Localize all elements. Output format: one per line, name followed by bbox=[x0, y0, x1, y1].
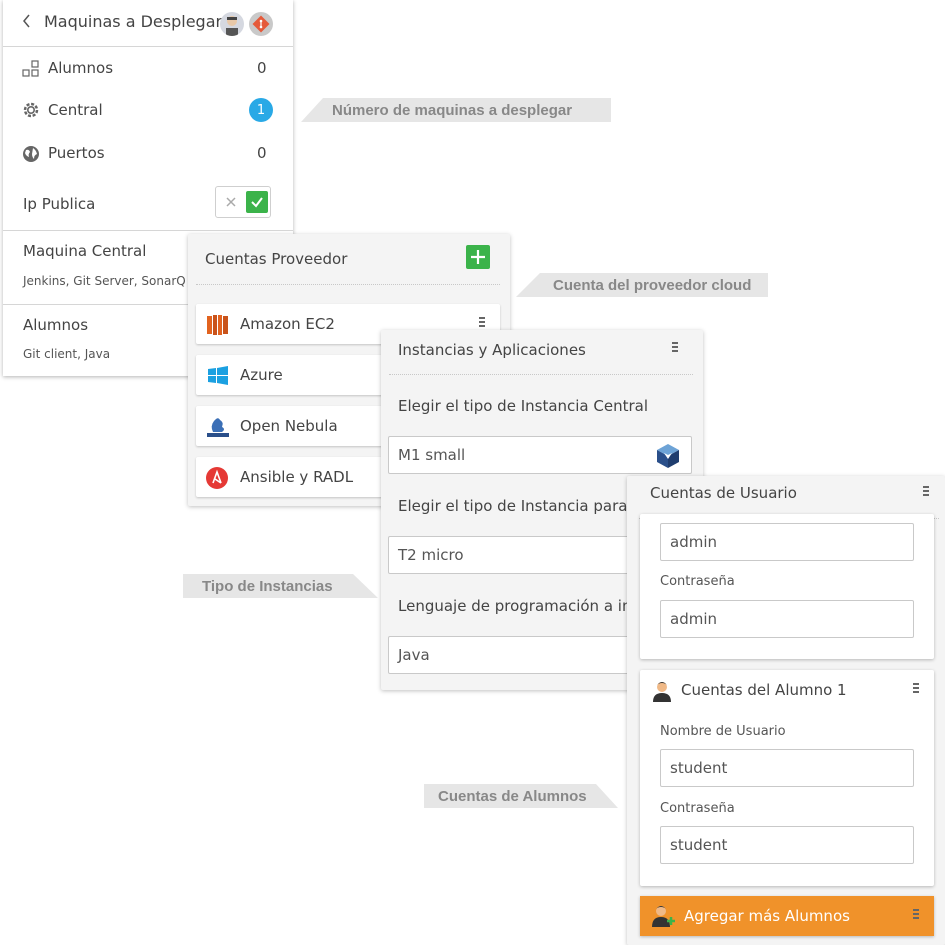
blocks-icon bbox=[22, 60, 40, 78]
accounts-title: Cuentas de Usuario bbox=[650, 484, 797, 502]
admin-username-value: admin bbox=[670, 533, 717, 551]
callout-instances: Tipo de Instancias bbox=[183, 574, 378, 598]
git-icon bbox=[249, 12, 273, 36]
admin-account-card: admin Contraseña admin bbox=[640, 514, 934, 659]
ip-publica-toggle[interactable] bbox=[215, 186, 271, 218]
panel-title: Maquinas a Desplegar bbox=[44, 12, 223, 31]
central-section-subtitle: Jenkins, Git Server, SonarQ bbox=[23, 274, 186, 288]
alumnos-instance-value: T2 micro bbox=[398, 546, 464, 564]
badge-value: 1 bbox=[256, 102, 266, 118]
virtualbox-icon bbox=[655, 442, 681, 470]
row-count: 0 bbox=[257, 59, 267, 77]
ip-publica-label: Ip Publica bbox=[23, 195, 96, 213]
student-password-label: Contraseña bbox=[660, 801, 735, 816]
callout-students: Cuentas de Alumnos bbox=[424, 784, 618, 808]
callout-text: Número de maquinas a desplegar bbox=[332, 101, 573, 119]
admin-username-field[interactable]: admin bbox=[660, 523, 914, 561]
ansible-icon bbox=[206, 467, 228, 489]
student-password-field[interactable]: student bbox=[660, 826, 914, 864]
provider-label: Ansible y RADL bbox=[240, 468, 354, 486]
user-avatar-icon bbox=[650, 679, 674, 703]
add-students-button[interactable]: Agregar más Alumnos bbox=[640, 896, 934, 936]
row-label: Puertos bbox=[48, 144, 105, 162]
menu-dots-icon[interactable] bbox=[913, 909, 919, 919]
student-username-field[interactable]: student bbox=[660, 749, 914, 787]
callout-text: Cuentas de Alumnos bbox=[438, 787, 587, 805]
instances-title: Instancias y Aplicaciones bbox=[398, 341, 586, 359]
row-central[interactable]: Central 1 bbox=[3, 92, 293, 130]
admin-password-label: Contraseña bbox=[660, 574, 735, 589]
language-value: Java bbox=[398, 646, 430, 664]
callout-machines: Número de maquinas a desplegar bbox=[301, 98, 611, 122]
alumnos-section-subtitle: Git client, Java bbox=[23, 347, 111, 361]
central-section-title: Maquina Central bbox=[23, 242, 147, 260]
alumnos-section-title: Alumnos bbox=[23, 316, 89, 334]
gear-icon bbox=[22, 101, 40, 119]
menu-dots-icon[interactable] bbox=[479, 317, 485, 327]
language-label: Lenguaje de programación a imp bbox=[398, 597, 647, 615]
close-icon[interactable] bbox=[222, 193, 240, 211]
count-badge: 1 bbox=[249, 98, 273, 122]
admin-password-field[interactable]: admin bbox=[660, 600, 914, 638]
row-label: Central bbox=[48, 101, 103, 119]
row-label: Alumnos bbox=[48, 59, 114, 77]
callout-text: Tipo de Instancias bbox=[202, 577, 333, 595]
back-chevron-icon[interactable] bbox=[21, 10, 33, 32]
row-count: 0 bbox=[257, 144, 267, 162]
add-students-label: Agregar más Alumnos bbox=[684, 907, 850, 925]
student-password-value: student bbox=[670, 836, 728, 854]
amazon-ec2-icon bbox=[206, 313, 230, 337]
student-card-title: Cuentas del Alumno 1 bbox=[681, 681, 847, 699]
callout-text: Cuenta del proveedor cloud bbox=[553, 276, 752, 294]
central-instance-select[interactable]: M1 small bbox=[388, 436, 692, 474]
admin-password-value: admin bbox=[670, 610, 717, 628]
add-provider-button[interactable] bbox=[466, 245, 490, 269]
open-nebula-icon bbox=[204, 412, 232, 440]
student-account-card: Cuentas del Alumno 1 Nombre de Usuario s… bbox=[640, 670, 934, 886]
windows-azure-icon bbox=[206, 364, 230, 388]
providers-title: Cuentas Proveedor bbox=[205, 250, 348, 268]
provider-label: Open Nebula bbox=[240, 417, 338, 435]
provider-label: Azure bbox=[240, 366, 283, 384]
jenkins-avatar-icon bbox=[220, 12, 244, 36]
menu-dots-icon[interactable] bbox=[672, 342, 678, 352]
provider-label: Amazon EC2 bbox=[240, 315, 335, 333]
row-alumnos[interactable]: Alumnos 0 bbox=[3, 50, 293, 88]
row-puertos[interactable]: Puertos 0 bbox=[3, 135, 293, 173]
menu-dots-icon[interactable] bbox=[913, 683, 919, 693]
student-username-value: student bbox=[670, 759, 728, 777]
callout-provider: Cuenta del proveedor cloud bbox=[516, 273, 768, 297]
check-icon[interactable] bbox=[246, 191, 268, 213]
globe-icon bbox=[22, 145, 40, 163]
alumnos-instance-label: Elegir el tipo de Instancia para al bbox=[398, 497, 646, 515]
student-username-label: Nombre de Usuario bbox=[660, 724, 786, 739]
central-instance-value: M1 small bbox=[398, 446, 466, 464]
add-user-icon bbox=[650, 904, 676, 928]
menu-dots-icon[interactable] bbox=[923, 486, 929, 496]
central-instance-label: Elegir el tipo de Instancia Central bbox=[398, 397, 649, 415]
user-accounts-panel: Cuentas de Usuario admin Contraseña admi… bbox=[627, 476, 945, 945]
